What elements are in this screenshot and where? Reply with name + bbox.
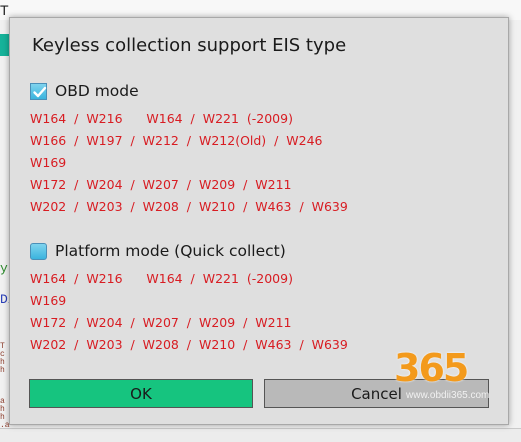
platform-model-line: W169 [30, 293, 67, 308]
platform-mode-selector[interactable] [30, 242, 47, 260]
cancel-button[interactable]: Cancel [264, 379, 489, 408]
checkmark-icon [33, 86, 47, 97]
platform-model-line: W164 / W216 W164 / W221 (-2009) [30, 271, 293, 286]
background-title: T [0, 2, 9, 18]
obd-model-line: W166 / W197 / W212 / W212(Old) / W246 [30, 133, 323, 148]
dialog-title: Keyless collection support EIS type [32, 35, 347, 56]
obd-model-line: W164 / W216 W164 / W221 (-2009) [30, 111, 293, 126]
obd-mode-checkbox[interactable] [30, 82, 47, 100]
obd-model-line: W169 [30, 155, 67, 170]
background-statusbar [0, 428, 521, 442]
keyless-eis-dialog: Keyless collection support EIS type OBD … [9, 17, 509, 425]
platform-model-line: W202 / W203 / W208 / W210 / W463 / W639 [30, 337, 348, 352]
obd-mode-option[interactable]: OBD mode [30, 80, 139, 102]
obd-mode-label: OBD mode [55, 82, 139, 100]
background-fragment: a h [0, 397, 5, 414]
platform-mode-option[interactable]: Platform mode (Quick collect) [30, 240, 286, 262]
obd-model-line: W172 / W204 / W207 / W209 / W211 [30, 177, 292, 192]
platform-model-line: W172 / W204 / W207 / W209 / W211 [30, 315, 292, 330]
background-fragment: T c h h [0, 342, 5, 375]
ok-button[interactable]: OK [29, 379, 253, 408]
platform-mode-label: Platform mode (Quick collect) [55, 242, 286, 260]
obd-model-line: W202 / W203 / W208 / W210 / W463 / W639 [30, 199, 348, 214]
background-fragment: y [0, 261, 8, 276]
